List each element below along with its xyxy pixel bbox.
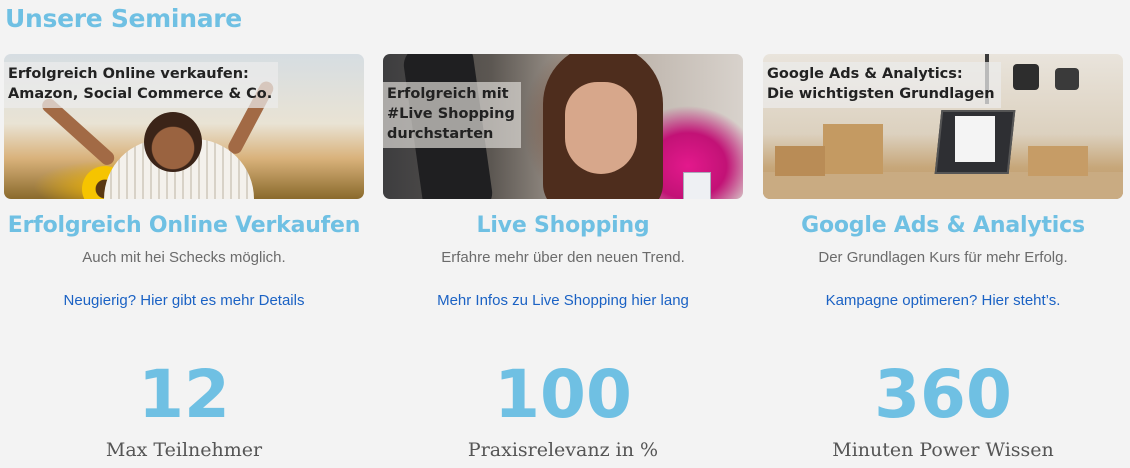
desk-graphic [763,172,1123,199]
stat-label: Minuten Power Wissen [832,439,1054,461]
stat-number: 12 [138,356,230,433]
shoe-graphic [1055,68,1079,90]
details-link[interactable]: Neugierig? Hier gibt es mehr Details [64,292,305,309]
shelf-graphic [985,54,1123,104]
box-graphic [775,146,825,176]
seminar-banner-image[interactable]: Erfolgreich mit #Live Shopping durchstar… [383,54,743,199]
person-head-graphic [144,112,202,172]
box-graphic [1028,146,1088,176]
shoe-graphic [1013,64,1039,90]
banner-caption: Google Ads & Analytics: Die wichtigsten … [763,62,1001,108]
seminar-banner-image[interactable]: Erfolgreich Online verkaufen: Amazon, So… [4,54,364,199]
box-graphic [823,124,883,174]
seminar-card-online-verkaufen: Erfolgreich Online verkaufen: Amazon, So… [4,54,364,468]
laptop-screen-graphic [955,116,995,162]
stat-label: Max Teilnehmer [105,439,263,461]
person-face-graphic [565,82,637,174]
details-link[interactable]: Kampagne optimeren? Hier steht’s. [826,292,1061,309]
card-subtitle: Der Grundlagen Kurs für mehr Erfolg. [818,249,1068,266]
stat-number: 360 [874,356,1012,433]
card-title[interactable]: Google Ads & Analytics [763,213,1123,238]
stat-number: 100 [494,356,632,433]
section-title: Unsere Seminare [5,4,242,33]
card-subtitle: Auch mit hei Schecks möglich. [82,249,286,266]
price-tag-graphic [683,172,711,199]
card-title[interactable]: Erfolgreich Online Verkaufen [4,213,364,238]
banner-caption: Erfolgreich mit #Live Shopping durchstar… [383,82,521,148]
seminar-card-live-shopping: Erfolgreich mit #Live Shopping durchstar… [383,54,743,468]
banner-caption: Erfolgreich Online verkaufen: Amazon, So… [4,62,279,108]
seminar-card-google-ads: Google Ads & Analytics: Die wichtigsten … [763,54,1123,468]
card-subtitle: Erfahre mehr über den neuen Trend. [441,249,685,266]
stat-label: Praxisrelevanz in % [467,439,659,461]
card-title[interactable]: Live Shopping [383,213,743,238]
details-link[interactable]: Mehr Infos zu Live Shopping hier lang [437,292,689,309]
seminar-banner-image[interactable]: Google Ads & Analytics: Die wichtigsten … [763,54,1123,199]
